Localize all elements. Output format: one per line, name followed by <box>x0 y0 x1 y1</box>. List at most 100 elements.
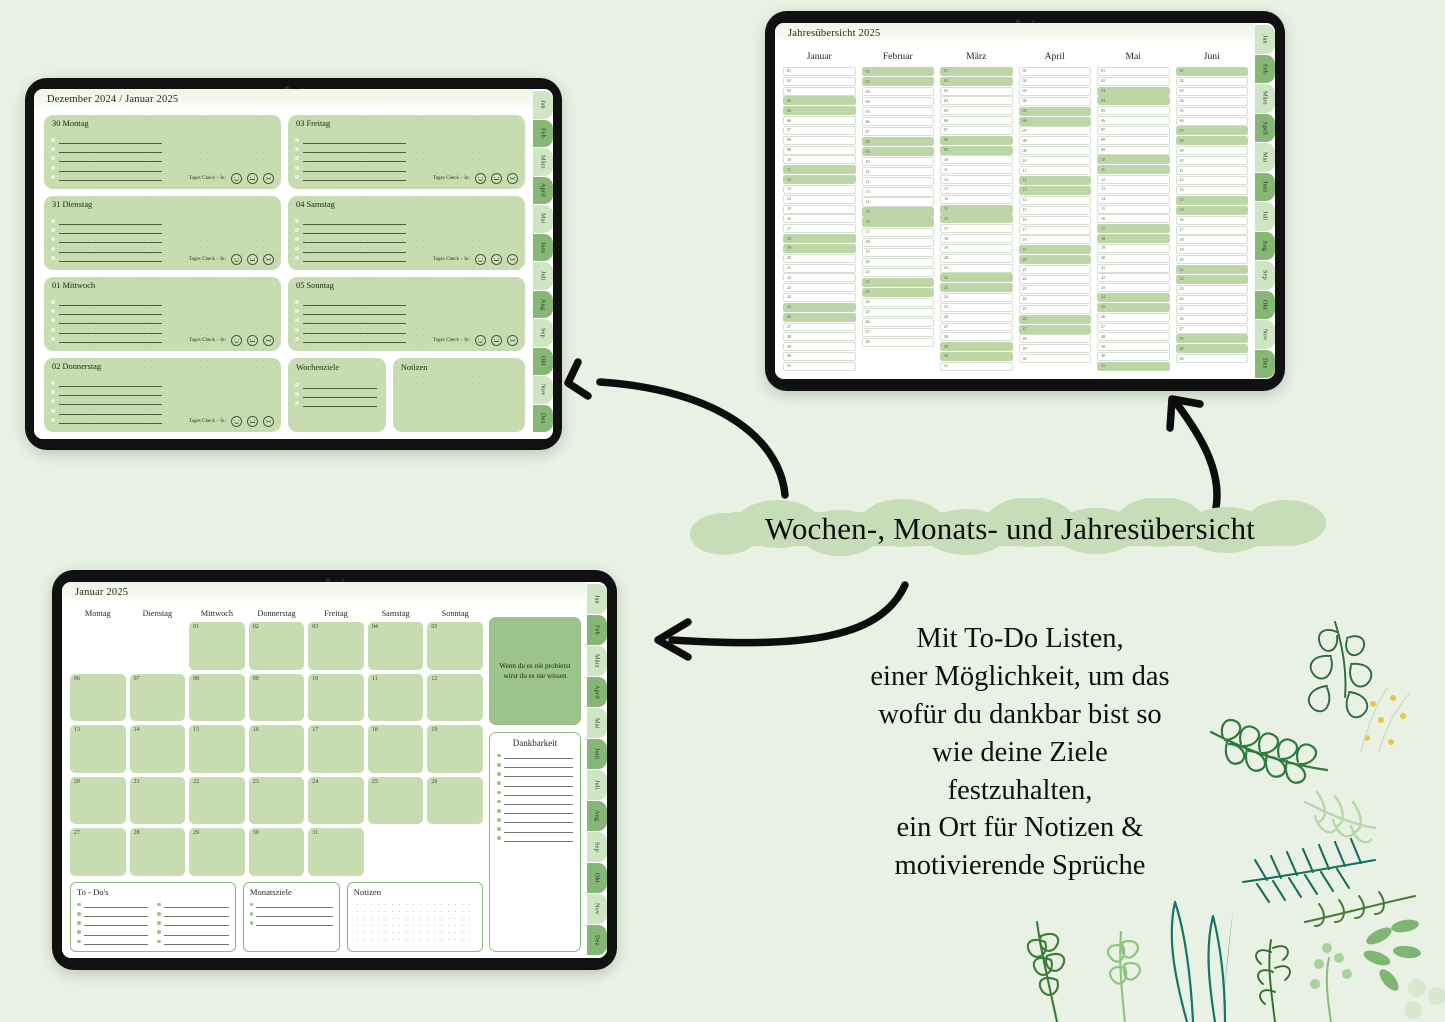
year-day-cell[interactable]: 26 <box>1097 312 1170 322</box>
year-day-cell[interactable]: 27 <box>1175 324 1248 334</box>
write-line[interactable] <box>295 144 407 154</box>
smiley-neutral-icon[interactable] <box>491 173 502 184</box>
year-day-cell[interactable]: 08 <box>861 137 934 147</box>
gratitude-line[interactable] <box>497 797 573 806</box>
year-day-cell[interactable]: 03 <box>1175 86 1248 96</box>
month-tab-aug[interactable]: Aug <box>533 290 553 318</box>
write-line[interactable] <box>295 399 378 408</box>
write-line[interactable] <box>51 225 163 235</box>
month-tab-nov[interactable]: Nov <box>587 894 607 924</box>
year-day-cell[interactable]: 23 <box>1175 284 1248 294</box>
year-day-cell[interactable]: 14 <box>783 194 856 204</box>
year-day-cell[interactable]: 04 <box>861 97 934 107</box>
calendar-day-cell[interactable]: 15 <box>189 725 245 773</box>
year-day-cell[interactable]: 01 <box>1018 67 1091 77</box>
year-day-cell[interactable]: 16 <box>1097 214 1170 224</box>
year-day-cell[interactable]: 04 <box>1175 96 1248 106</box>
calendar-day-cell[interactable]: 12 <box>427 673 483 722</box>
year-day-cell[interactable]: 06 <box>783 116 856 126</box>
calendar-day-cell[interactable]: 11 <box>367 673 424 722</box>
year-day-cell[interactable]: 05 <box>1175 106 1248 116</box>
year-day-cell[interactable]: 20 <box>1097 253 1170 263</box>
todo-line[interactable] <box>157 937 229 946</box>
year-day-cell[interactable]: 19 <box>1018 245 1091 255</box>
year-day-cell[interactable]: 08 <box>940 135 1013 145</box>
tablet-weekly-planner[interactable]: Dezember 2024 / Januar 2025 30 Montag Tag… <box>25 78 562 450</box>
year-day-cell[interactable]: 19 <box>1175 245 1248 255</box>
year-day-cell[interactable]: 25 <box>1175 304 1248 314</box>
write-line[interactable] <box>51 244 163 253</box>
year-day-cell[interactable]: 23 <box>783 283 856 293</box>
month-tab-okt[interactable]: Okt <box>1255 290 1275 319</box>
month-tab-april[interactable]: April <box>533 176 553 204</box>
month-tab-jan[interactable]: Jan <box>1255 25 1275 54</box>
smiley-sad-icon[interactable] <box>507 335 518 346</box>
write-line[interactable] <box>295 254 407 263</box>
year-day-cell[interactable]: 13 <box>1175 185 1248 195</box>
calendar-day-cell[interactable]: 03 <box>308 622 364 670</box>
month-tab-juli[interactable]: Juli <box>1255 202 1275 231</box>
todo-line[interactable] <box>77 928 149 937</box>
calendar-day-cell[interactable]: 02 <box>248 622 305 670</box>
year-day-cell[interactable]: 07 <box>1097 125 1170 135</box>
month-tab-feb[interactable]: Feb <box>1255 54 1275 83</box>
year-day-cell[interactable]: 25 <box>1018 304 1091 314</box>
write-line[interactable] <box>51 316 163 325</box>
year-day-cell[interactable]: 11 <box>1175 166 1248 176</box>
year-day-cell[interactable]: 06 <box>861 117 934 127</box>
write-line[interactable] <box>51 378 163 387</box>
month-tab-juli[interactable]: Juli <box>587 770 607 800</box>
write-line[interactable] <box>295 173 407 182</box>
calendar-day-cell[interactable]: 25 <box>367 776 424 825</box>
write-line[interactable] <box>295 225 407 235</box>
year-day-cell[interactable]: 03 <box>861 87 934 97</box>
year-day-cell[interactable]: 12 <box>861 177 934 187</box>
write-line[interactable] <box>295 389 378 399</box>
year-day-cell[interactable]: 21 <box>1175 265 1248 275</box>
write-line[interactable] <box>51 335 163 344</box>
year-day-cell[interactable]: 30 <box>1097 352 1170 361</box>
day-task-lines[interactable] <box>51 297 163 344</box>
year-day-cell[interactable]: 28 <box>1097 332 1170 342</box>
year-day-cell[interactable]: 19 <box>861 247 934 257</box>
month-tab-juni[interactable]: Juni <box>587 739 607 769</box>
month-tab-juni[interactable]: Juni <box>1255 172 1275 201</box>
month-tab-märz[interactable]: März <box>1255 84 1275 113</box>
year-day-cell[interactable]: 24 <box>940 293 1013 302</box>
year-day-cell[interactable]: 01 <box>1175 67 1248 77</box>
daily-checkin[interactable]: Tages Check – In: <box>433 254 518 265</box>
month-tab-jan[interactable]: Jan <box>587 584 607 614</box>
write-line[interactable] <box>51 416 163 425</box>
monthly-goal-line[interactable] <box>249 918 333 927</box>
year-day-cell[interactable]: 25 <box>1097 302 1170 312</box>
year-day-cell[interactable]: 05 <box>1018 106 1091 116</box>
year-day-cell[interactable]: 27 <box>1097 322 1170 332</box>
smiley-neutral-icon[interactable] <box>247 416 258 427</box>
year-day-cell[interactable]: 07 <box>1175 126 1248 136</box>
year-day-cell[interactable]: 31 <box>940 361 1013 371</box>
month-tab-okt[interactable]: Okt <box>587 863 607 893</box>
year-day-cell[interactable]: 21 <box>940 263 1013 273</box>
year-day-cell[interactable]: 26 <box>861 317 934 327</box>
todo-line[interactable] <box>157 918 229 927</box>
year-day-cell[interactable]: 31 <box>1097 361 1170 371</box>
calendar-day-cell[interactable]: 31 <box>308 828 364 876</box>
year-day-cell[interactable]: 10 <box>783 155 856 165</box>
calendar-day-cell[interactable]: 06 <box>70 673 126 722</box>
write-line[interactable] <box>295 297 407 306</box>
year-day-cell[interactable]: 17 <box>940 224 1013 234</box>
smiley-neutral-icon[interactable] <box>247 254 258 265</box>
smiley-sad-icon[interactable] <box>263 254 274 265</box>
day-task-lines[interactable] <box>51 378 163 425</box>
year-day-cell[interactable]: 15 <box>940 204 1013 214</box>
year-day-cell[interactable]: 02 <box>940 76 1013 86</box>
write-line[interactable] <box>51 216 163 225</box>
year-day-cell[interactable]: 23 <box>861 287 934 297</box>
year-day-cell[interactable]: 01 <box>1097 67 1170 76</box>
year-day-cell[interactable]: 24 <box>1018 294 1091 304</box>
notes-dot-grid[interactable] <box>353 901 476 941</box>
year-day-cell[interactable]: 03 <box>940 86 1013 96</box>
year-day-cell[interactable]: 03 <box>783 86 856 96</box>
year-day-cell[interactable]: 21 <box>861 267 934 277</box>
calendar-day-cell[interactable]: 21 <box>129 776 186 825</box>
